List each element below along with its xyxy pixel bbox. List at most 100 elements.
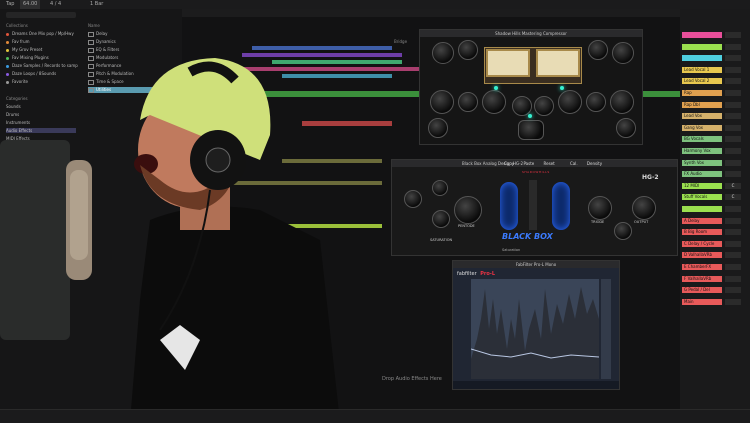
saturation-plugin-window[interactable]: Black Box Analog Design HG-2 Copy Paste … [391,159,678,256]
output-knob[interactable] [632,196,656,220]
freq-knob[interactable] [432,180,448,196]
track-header[interactable]: Gang Vox [682,124,722,131]
quantize-menu[interactable]: 1 Bar [90,0,103,9]
locator-label[interactable]: Bridge [394,39,407,44]
track-value[interactable]: C [725,182,741,189]
track-header[interactable]: G Pedal / Del [682,287,722,294]
track-value[interactable] [725,264,741,270]
track-value[interactable] [725,298,741,305]
track-header[interactable] [682,206,722,212]
track-header[interactable]: E ChamberFX [682,264,722,270]
track-value[interactable] [725,148,741,154]
waveform-display[interactable] [471,279,599,379]
product-name: Pro-L [480,271,496,277]
sat-freq-knob[interactable] [432,210,450,228]
copy-button[interactable]: Copy [504,161,514,166]
ratio-knob[interactable] [588,40,608,60]
output-meter [601,279,611,379]
track-value[interactable] [725,287,741,294]
track-value[interactable] [725,252,741,259]
track-value[interactable] [725,78,741,85]
track-value[interactable] [725,275,741,282]
track-header[interactable]: B Big Room [682,229,722,236]
blend-knob[interactable] [614,222,632,240]
bypass-switch[interactable] [518,120,544,140]
track-header[interactable]: Lead Vox [682,113,722,120]
track-header[interactable]: 12 MIDI [682,182,722,189]
track-value[interactable] [725,124,741,131]
triode-knob[interactable] [588,196,612,220]
track-value[interactable] [725,159,741,166]
link-knob[interactable] [534,96,554,116]
link-knob[interactable] [512,96,532,116]
track-header[interactable]: Lead Vocal 2 [682,78,722,85]
meter-field[interactable]: 4 / 4 [50,0,61,9]
track-value[interactable] [725,217,741,224]
attack-knob[interactable] [458,92,478,112]
cal-button[interactable]: Cal. [570,161,578,166]
track-header[interactable]: BG Vocals [682,136,722,143]
track-value[interactable] [725,113,741,120]
track-header[interactable]: Rap [682,90,722,96]
threshold-knob[interactable] [432,42,454,64]
collection-label: Dreams One Mix pop / Mp/Hwy [12,31,74,36]
threshold-knob[interactable] [612,42,634,64]
track-header[interactable] [682,43,722,50]
track-header[interactable]: Rap Dbl [682,101,722,108]
paste-button[interactable]: Paste [523,161,534,166]
tap-button[interactable]: Tap [6,0,14,9]
track-header[interactable]: F ValhallaVRb [682,275,722,282]
track-value[interactable] [725,229,741,236]
t-shirt [130,206,340,422]
density-menu[interactable]: Density [587,161,602,166]
ratio-knob[interactable] [458,40,478,60]
search-input[interactable] [6,12,76,18]
track-header[interactable] [682,55,722,62]
release-knob[interactable] [482,90,506,114]
track-value[interactable] [725,171,741,178]
output-knob[interactable] [428,118,448,138]
track-value[interactable] [725,206,741,212]
track-value[interactable] [725,90,741,96]
tempo-field[interactable]: 64.00 [20,0,41,9]
track-header[interactable] [682,32,722,38]
track-value[interactable] [725,43,741,50]
gain-knob[interactable] [430,90,454,114]
track-value[interactable]: C [725,194,741,201]
brand-wordmark: BLACK BOX [502,232,553,241]
limiter-plugin-window[interactable]: FabFilter Pro-L Mono fabfilter Pro-L [452,260,620,390]
attack-knob[interactable] [586,92,606,112]
output-knob[interactable] [616,118,636,138]
folder-label: Delay [96,31,108,36]
track-header[interactable]: C Delay / Cycle [682,240,722,247]
output-label: OUTPUT [634,220,649,224]
collection-item[interactable]: Dreams One Mix pop / Mp/Hwy [6,31,74,36]
track-value[interactable] [725,240,741,247]
track-header[interactable]: Synth Vox [682,159,722,166]
compressor-plugin-window[interactable]: Shadow Hills Mastering Compressor [419,29,643,145]
track-header[interactable]: Main [682,298,722,305]
track-value[interactable] [725,136,741,143]
track-value[interactable] [725,101,741,108]
track-header[interactable]: D ValhallaVRb [682,252,722,259]
track-value[interactable] [725,55,741,62]
folder-item[interactable]: Delay [88,31,107,37]
pentode-knob[interactable] [454,196,482,224]
release-knob[interactable] [558,90,582,114]
track-header[interactable]: A Delay [682,217,722,224]
timeline-ruler[interactable] [182,9,680,17]
track-value[interactable] [725,66,741,73]
brand-logo: SHADOWHILLS [522,170,550,174]
air-knob[interactable] [404,190,422,208]
track-header[interactable]: FX Audio [682,171,722,178]
track-header[interactable]: Harmony Vox [682,148,722,154]
gain-knob[interactable] [610,90,634,114]
microphone-grille [70,170,88,260]
reset-button[interactable]: Reset [544,161,555,166]
status-led [528,114,532,118]
plugin-title: FabFilter Pro-L Mono [453,261,619,268]
track-value[interactable] [725,32,741,38]
control-strip[interactable] [453,381,619,389]
track-header[interactable]: Stuff Vocals [682,194,722,201]
track-header[interactable]: Lead Vocal 1 [682,66,722,73]
